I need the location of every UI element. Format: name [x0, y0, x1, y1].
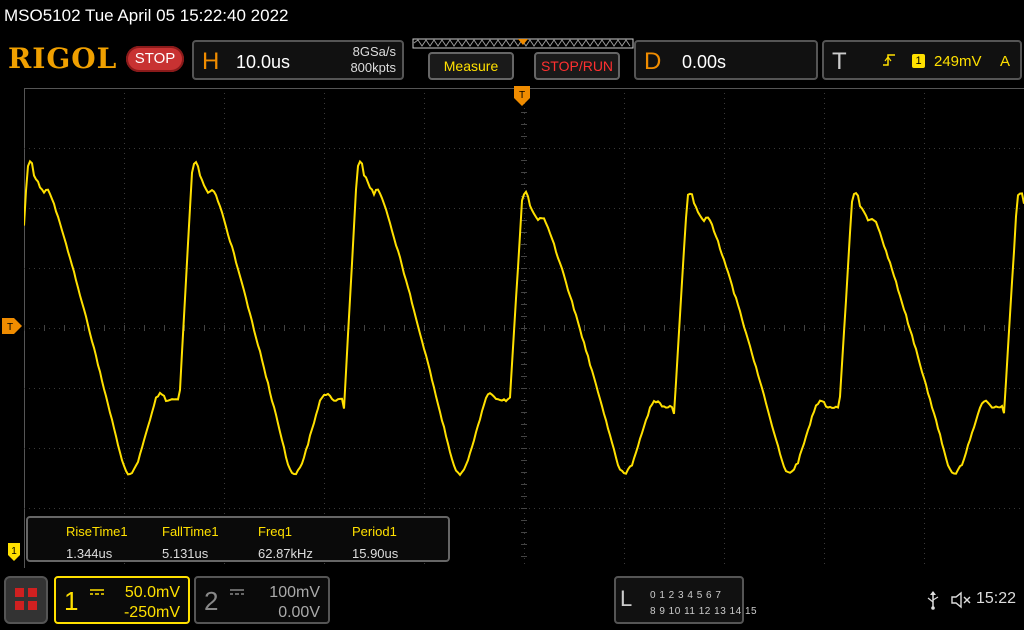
ch2-number: 2	[204, 586, 218, 617]
la-channels-row2: 8 9 10 11 12 13 14 15	[650, 606, 757, 617]
ch1-scale: 50.0mV	[125, 584, 180, 602]
measure-value-3: 15.90us	[352, 546, 398, 561]
ch1-settings[interactable]: 1 50.0mV -250mV	[54, 576, 190, 624]
ch2-offset: 0.00V	[278, 604, 320, 622]
measure-value-0: 1.344us	[66, 546, 112, 561]
run-state-badge[interactable]: STOP	[126, 46, 184, 72]
rising-edge-icon	[882, 52, 896, 68]
measurement-panel[interactable]: RiseTime1 FallTime1 Freq1 Period1 1.344u…	[26, 516, 450, 562]
trigger-position-marker[interactable]: T	[514, 86, 530, 108]
ch2-scale: 100mV	[269, 584, 320, 602]
home-menu-button[interactable]	[4, 576, 48, 624]
la-letter: L	[620, 586, 632, 612]
home-grid-icon	[15, 588, 24, 597]
dc-coupling-icon	[230, 588, 244, 596]
ch1-offset: -250mV	[124, 604, 180, 622]
dc-coupling-icon	[90, 588, 104, 596]
memory-depth: 800kpts	[350, 60, 396, 75]
waveform-display[interactable]	[24, 88, 1024, 568]
sample-rate: 8GSa/s	[353, 44, 396, 59]
measure-header-3: Period1	[352, 524, 397, 539]
ch2-settings[interactable]: 2 100mV 0.00V	[194, 576, 330, 624]
ch1-number: 1	[64, 586, 78, 617]
measure-value-2: 62.87kHz	[258, 546, 313, 561]
delay-panel[interactable]: D 0.00s	[634, 40, 818, 80]
la-channels-row1: 0 1 2 3 4 5 6 7	[650, 590, 721, 601]
trigger-level: 249mV	[934, 53, 982, 70]
clock: 15:22	[976, 590, 1016, 608]
measure-header-2: Freq1	[258, 524, 292, 539]
logic-analyzer-panel[interactable]: L 0 1 2 3 4 5 6 7 8 9 10 11 12 13 14 15	[614, 576, 744, 624]
measure-button[interactable]: Measure	[428, 52, 514, 80]
memory-position-bar[interactable]	[412, 36, 634, 52]
horizontal-panel[interactable]: H 10.0us 8GSa/s 800kpts	[192, 40, 404, 80]
trigger-source-badge: 1	[912, 54, 925, 68]
trigger-top-label: T	[519, 90, 525, 101]
timebase-value: 10.0us	[236, 52, 290, 73]
usb-icon	[926, 590, 940, 610]
measure-header-1: FallTime1	[162, 524, 219, 539]
trigger-mode: A	[1000, 53, 1010, 70]
rigol-logo: RIGOL	[8, 42, 117, 75]
ch1-offset-marker[interactable]: 1	[8, 543, 22, 561]
trigger-letter: T	[832, 48, 847, 76]
graticule	[24, 88, 1024, 568]
measure-value-1: 5.131us	[162, 546, 208, 561]
ch1-marker-label: 1	[11, 546, 17, 557]
stop-run-button[interactable]: STOP/RUN	[534, 52, 620, 80]
trigger-panel[interactable]: T 1 249mV A	[822, 40, 1022, 80]
trigger-level-marker[interactable]: T	[2, 318, 22, 334]
trigger-left-label: T	[7, 322, 13, 333]
measure-header-0: RiseTime1	[66, 524, 128, 539]
horizontal-letter: H	[202, 48, 219, 76]
delay-letter: D	[644, 48, 661, 76]
speaker-muted-icon[interactable]	[950, 590, 972, 610]
delay-value: 0.00s	[682, 52, 726, 73]
title-bar: MSO5102 Tue April 05 15:22:40 2022	[0, 0, 1024, 32]
device-datetime: MSO5102 Tue April 05 15:22:40 2022	[4, 6, 288, 26]
bottom-bar: 1 50.0mV -250mV 2 100mV 0.00V L 0 1 2 3 …	[0, 572, 1024, 630]
top-toolbar: RIGOL STOP H 10.0us 8GSa/s 800kpts Measu…	[0, 36, 1024, 84]
